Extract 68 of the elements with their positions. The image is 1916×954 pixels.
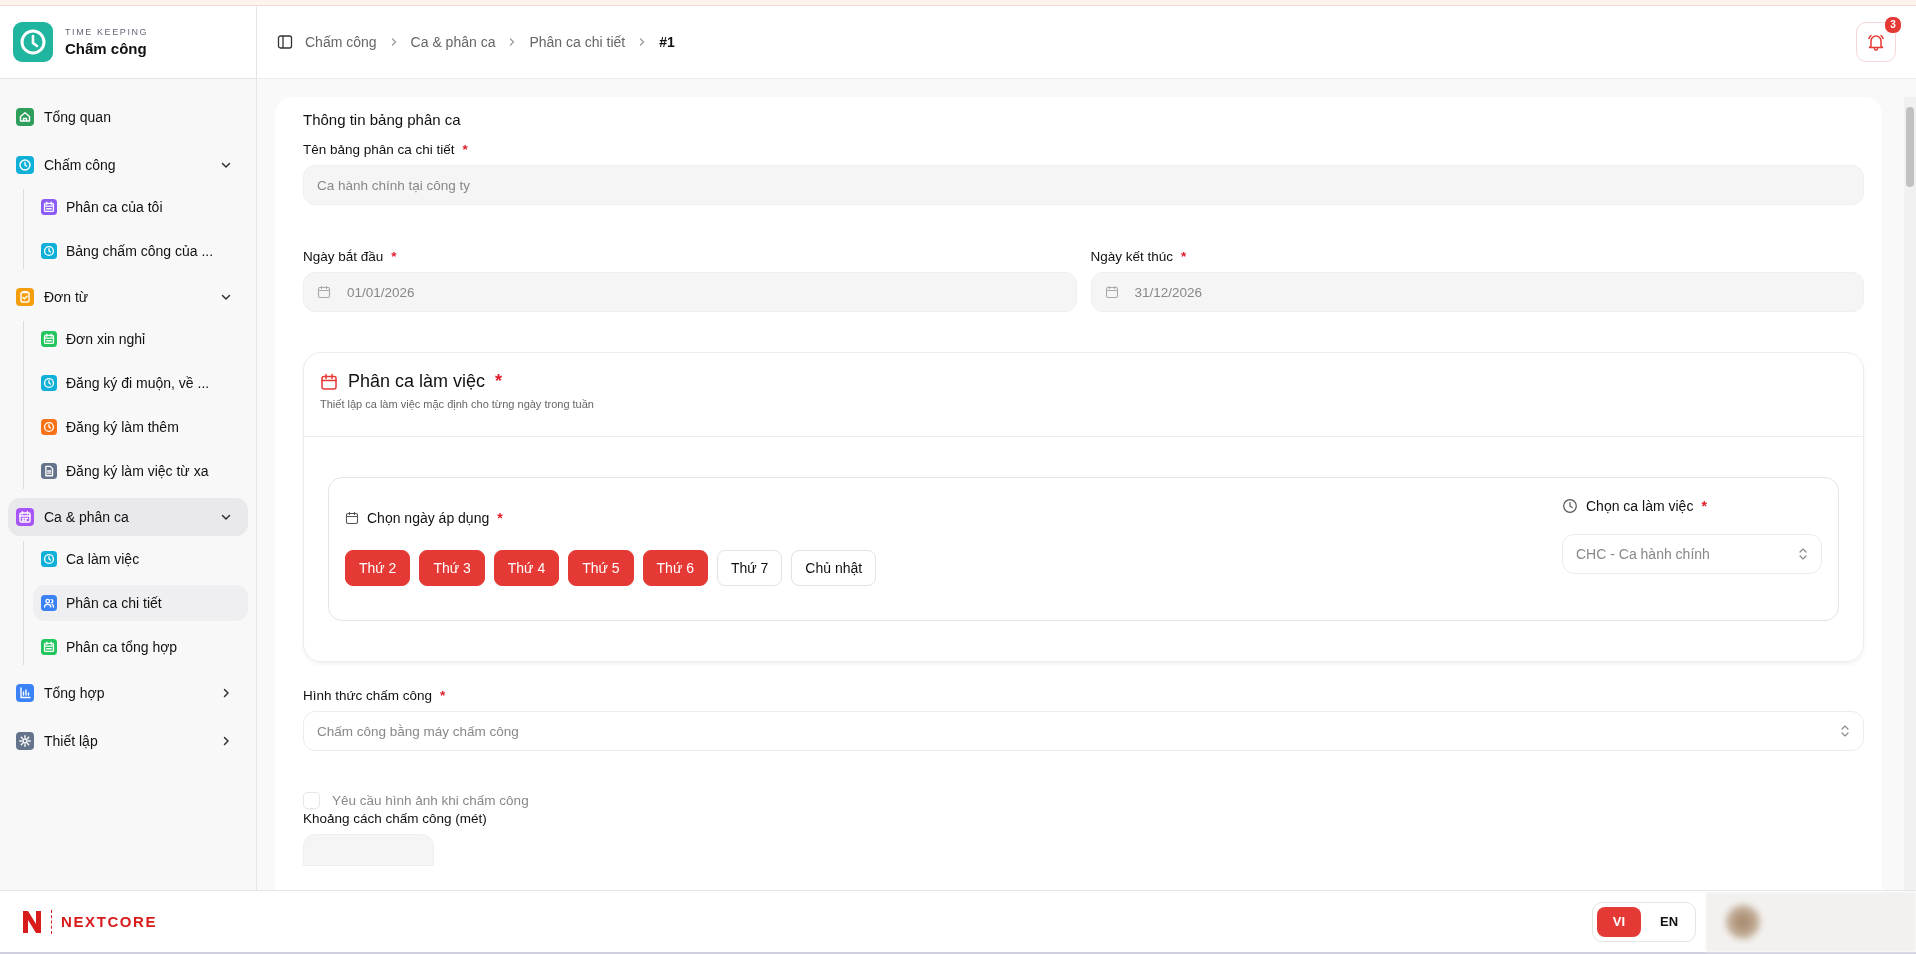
breadcrumb-link[interactable]: Chấm công: [305, 34, 377, 50]
nav-item[interactable]: Chấm công: [8, 146, 248, 184]
field-label: Chọn ca làm việc: [1586, 498, 1694, 514]
nav-subitem[interactable]: Đăng ký đi muộn, về ...: [33, 365, 248, 401]
field-label: Ngày kết thúc: [1090, 249, 1174, 264]
n-logo-icon: [22, 909, 42, 934]
field-label: Ngày bắt đầu: [303, 249, 384, 264]
notification-count: 3: [1884, 16, 1902, 34]
avatar[interactable]: [1726, 904, 1760, 939]
calendar-icon: [1104, 285, 1119, 299]
nav-subitem[interactable]: Đăng ký làm thêm: [33, 409, 248, 445]
select-value: Chấm công bằng máy chấm công: [317, 723, 519, 739]
field-label: Hình thức chấm công: [303, 688, 433, 703]
scrollbar[interactable]: [1904, 97, 1916, 890]
day-toggle-button[interactable]: Thứ 2: [345, 550, 411, 586]
section-title: Phân ca làm việc: [348, 371, 486, 392]
section-description: Thiết lập ca làm việc mặc định cho từng ngày trong tuần: [320, 398, 595, 410]
nav-subitem[interactable]: Đơn xin nghỉ: [33, 321, 248, 357]
section-title: Thông tin bảng phân ca: [303, 111, 462, 128]
day-toggle-button[interactable]: Chủ nhật: [791, 550, 877, 586]
required-mark: *: [440, 688, 446, 703]
nav-item[interactable]: Thiết lập: [8, 722, 248, 760]
day-toggle-button[interactable]: Thứ 6: [642, 550, 708, 586]
brand-name: NEXTCORE: [61, 913, 158, 930]
field-label: Chọn ngày áp dụng: [367, 510, 490, 526]
clock-logo-icon: [13, 22, 53, 62]
breadcrumb-link[interactable]: Phân ca chi tiết: [529, 34, 626, 50]
sort-caret-icon: [1798, 547, 1808, 561]
nav-subitem[interactable]: Phân ca của tôi: [33, 189, 248, 225]
required-mark: *: [391, 249, 397, 264]
language-button[interactable]: VI: [1597, 906, 1641, 937]
date-value: 01/01/2026: [347, 284, 415, 300]
date-value: 31/12/2026: [1134, 284, 1203, 300]
nav-subitem[interactable]: Bảng chấm công của ...: [33, 233, 248, 269]
nav-subitem[interactable]: Phân ca tổng hợp: [33, 629, 248, 665]
calendar-icon: [320, 372, 338, 391]
day-toggle-button[interactable]: Thứ 5: [568, 550, 634, 586]
app-subtitle: TIME KEEPING: [65, 27, 149, 37]
required-mark: *: [1701, 498, 1707, 514]
nav-subitem[interactable]: Phân ca chi tiết: [33, 585, 248, 621]
calendar-icon: [317, 285, 331, 299]
nav-item[interactable]: Đơn từ: [8, 278, 248, 316]
select-value: CHC - Ca hành chính: [1576, 546, 1710, 562]
sidebar-toggle-icon[interactable]: [277, 34, 293, 50]
notification-button[interactable]: [1856, 22, 1896, 62]
nav-item[interactable]: Tổng hợp: [8, 674, 248, 712]
nav-subitem[interactable]: Đăng ký làm việc từ xa: [33, 453, 248, 489]
required-mark: *: [1181, 249, 1187, 264]
clock-icon: [1562, 498, 1578, 514]
nav-subitem[interactable]: Ca làm việc: [33, 541, 248, 577]
nav-item[interactable]: Tổng quan: [8, 98, 248, 136]
required-mark: *: [495, 371, 503, 392]
day-toggle-button[interactable]: Thứ 7: [716, 550, 783, 586]
day-toggle-button[interactable]: Thứ 3: [419, 550, 485, 586]
field-label: Khoảng cách chấm công (mét): [303, 811, 487, 826]
method-select[interactable]: Chấm công bằng máy chấm công: [303, 711, 1864, 751]
shift-select[interactable]: CHC - Ca hành chính: [1562, 534, 1822, 574]
required-mark: *: [497, 510, 503, 526]
calendar-icon: [345, 511, 359, 525]
nav-item[interactable]: Ca & phân ca: [8, 498, 248, 536]
app-title: Chấm công: [65, 40, 148, 57]
required-mark: *: [462, 142, 468, 157]
checkbox-label: Yêu cầu hình ảnh khi chấm công: [332, 792, 529, 808]
field-label: Tên bảng phân ca chi tiết: [303, 142, 455, 157]
breadcrumb-link[interactable]: Ca & phân ca: [410, 34, 496, 50]
day-toggle-button[interactable]: Thứ 4: [493, 550, 560, 586]
bell-icon: [1866, 32, 1886, 52]
sort-caret-icon: [1840, 724, 1850, 738]
